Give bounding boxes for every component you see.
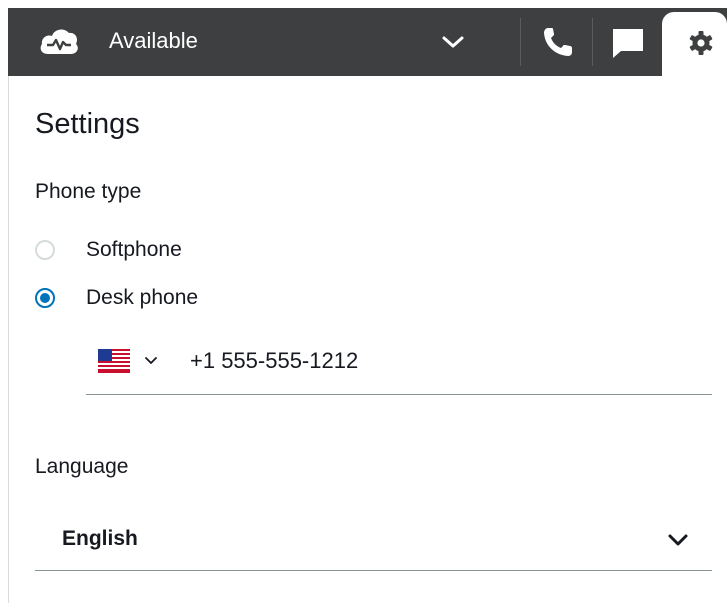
language-value: English [62, 527, 138, 550]
language-dropdown[interactable]: English [35, 512, 712, 571]
chevron-down-icon[interactable] [144, 356, 158, 366]
chat-icon [613, 29, 643, 58]
radio-softphone[interactable] [35, 240, 55, 260]
desk-phone-option[interactable]: Desk phone [35, 286, 198, 310]
top-bar: Available [8, 8, 727, 76]
radio-desk-phone[interactable] [35, 288, 55, 308]
ccp-window: Available Settings Phone type Softphone … [0, 0, 727, 603]
phone-icon [544, 28, 572, 56]
phone-type-label: Phone type [35, 180, 142, 203]
chevron-down-icon [442, 36, 464, 48]
toolbar-divider [520, 18, 521, 66]
settings-tab[interactable] [662, 12, 727, 76]
us-flag-icon[interactable] [98, 349, 130, 373]
status-label: Available [109, 28, 198, 53]
softphone-label: Softphone [86, 238, 182, 261]
toolbar-divider [592, 18, 593, 66]
chat-button[interactable] [602, 20, 654, 64]
language-label: Language [35, 455, 129, 478]
cloud-status-icon [40, 29, 78, 54]
gear-icon [689, 31, 713, 55]
phone-number-field [86, 336, 712, 395]
status-dropdown[interactable]: Available [8, 8, 488, 76]
softphone-option[interactable]: Softphone [35, 238, 182, 262]
desk-phone-label: Desk phone [86, 286, 199, 309]
chevron-down-icon [668, 534, 688, 546]
phone-number-input[interactable] [190, 344, 690, 378]
page-title: Settings [35, 108, 140, 140]
phone-button[interactable] [532, 20, 584, 64]
window-border [8, 76, 9, 603]
